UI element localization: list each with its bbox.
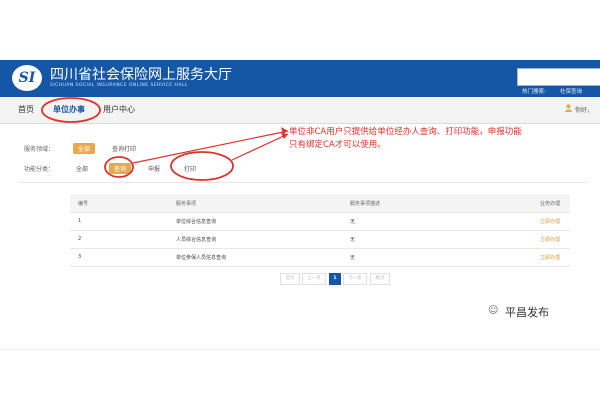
arrow-head-icon — [281, 133, 288, 139]
main-nav — [0, 97, 600, 124]
wechat-icon: ☺ — [488, 305, 499, 316]
table-header-row: 编号 服务事项 服务事项描述 业务办理 — [70, 194, 570, 213]
user-greeting: 你好， — [575, 107, 594, 114]
hot-search-label: 热门搜索: — [522, 89, 546, 95]
cell-desc: 无 — [350, 255, 356, 261]
pager-prev[interactable]: 上一页 — [302, 273, 326, 285]
annotation-arrow — [132, 130, 289, 164]
site-subtitle: SICHUAN SOCIAL INSURANCE ONLINE SERVICE … — [50, 83, 188, 88]
pager-current[interactable]: 1 — [329, 273, 341, 285]
annotation-line-2: 只有绑定CA才可以使用。 — [289, 140, 386, 150]
cell-desc: 无 — [350, 219, 356, 225]
func-all-chip[interactable]: 全部 — [71, 163, 93, 174]
handle-now-link[interactable]: 立即办理 — [540, 218, 560, 225]
nav-unit-affairs[interactable]: 单位办事 — [53, 104, 85, 115]
pager-next[interactable]: 下一页 — [343, 273, 367, 285]
annotation-note: 单位非CA用户只提供给单位经办人查询、打印功能，申报功能 只有绑定CA才可以使用… — [289, 126, 589, 152]
annotation-line-1: 单位非CA用户只提供给单位经办人查询、打印功能，申报功能 — [289, 127, 522, 137]
cell-no: 2 — [78, 236, 82, 242]
cell-desc: 无 — [350, 237, 356, 243]
func-print-chip[interactable]: 打印 — [179, 163, 201, 174]
search-input[interactable] — [517, 68, 600, 86]
col-header-no: 编号 — [78, 201, 89, 207]
cell-no: 3 — [78, 254, 82, 260]
cell-item: 人员综合信息查询 — [176, 237, 217, 243]
table-row: 2 人员综合信息查询 无 立即办理 — [70, 230, 570, 249]
col-header-desc: 服务事项描述 — [350, 201, 381, 207]
service-domain-label: 服务领域： — [24, 146, 55, 153]
pager-last[interactable]: 尾页 — [370, 273, 390, 285]
handle-now-link[interactable]: 立即办理 — [540, 254, 560, 261]
annotation-arrow — [231, 133, 289, 161]
cell-item: 单位参保人员信息查询 — [176, 255, 227, 261]
pager-first[interactable]: 首页 — [280, 273, 300, 285]
col-header-op: 业务办理 — [540, 201, 561, 207]
func-query-chip[interactable]: 查询 — [109, 163, 132, 174]
function-category-label: 功能分类： — [24, 166, 55, 173]
si-logo-icon: SI — [12, 65, 42, 91]
nav-home[interactable]: 首页 — [18, 104, 34, 115]
service-query-print-chip[interactable]: 查询打印 — [107, 143, 141, 154]
hot-search-link[interactable]: 社保查询 — [560, 87, 582, 95]
table-row: 3 单位参保人员信息查询 无 立即办理 — [70, 248, 570, 267]
user-icon — [565, 104, 572, 112]
watermark-text: 平昌发布 — [505, 306, 549, 319]
table-row: 1 单位综合信息查询 无 立即办理 — [70, 212, 570, 231]
func-report-chip[interactable]: 申报 — [143, 163, 165, 174]
service-all-chip[interactable]: 全部 — [73, 143, 96, 154]
site-title: 四川省社会保险网上服务大厅 — [50, 67, 232, 83]
nav-user-center[interactable]: 用户中心 — [103, 104, 135, 115]
cell-no: 1 — [78, 218, 82, 224]
handle-now-link[interactable]: 立即办理 — [540, 236, 560, 243]
bottom-rule — [0, 349, 600, 350]
cell-item: 单位综合信息查询 — [176, 219, 217, 225]
arrow-head-icon — [281, 127, 288, 134]
divider — [18, 182, 588, 183]
col-header-item: 服务事项 — [176, 201, 197, 207]
